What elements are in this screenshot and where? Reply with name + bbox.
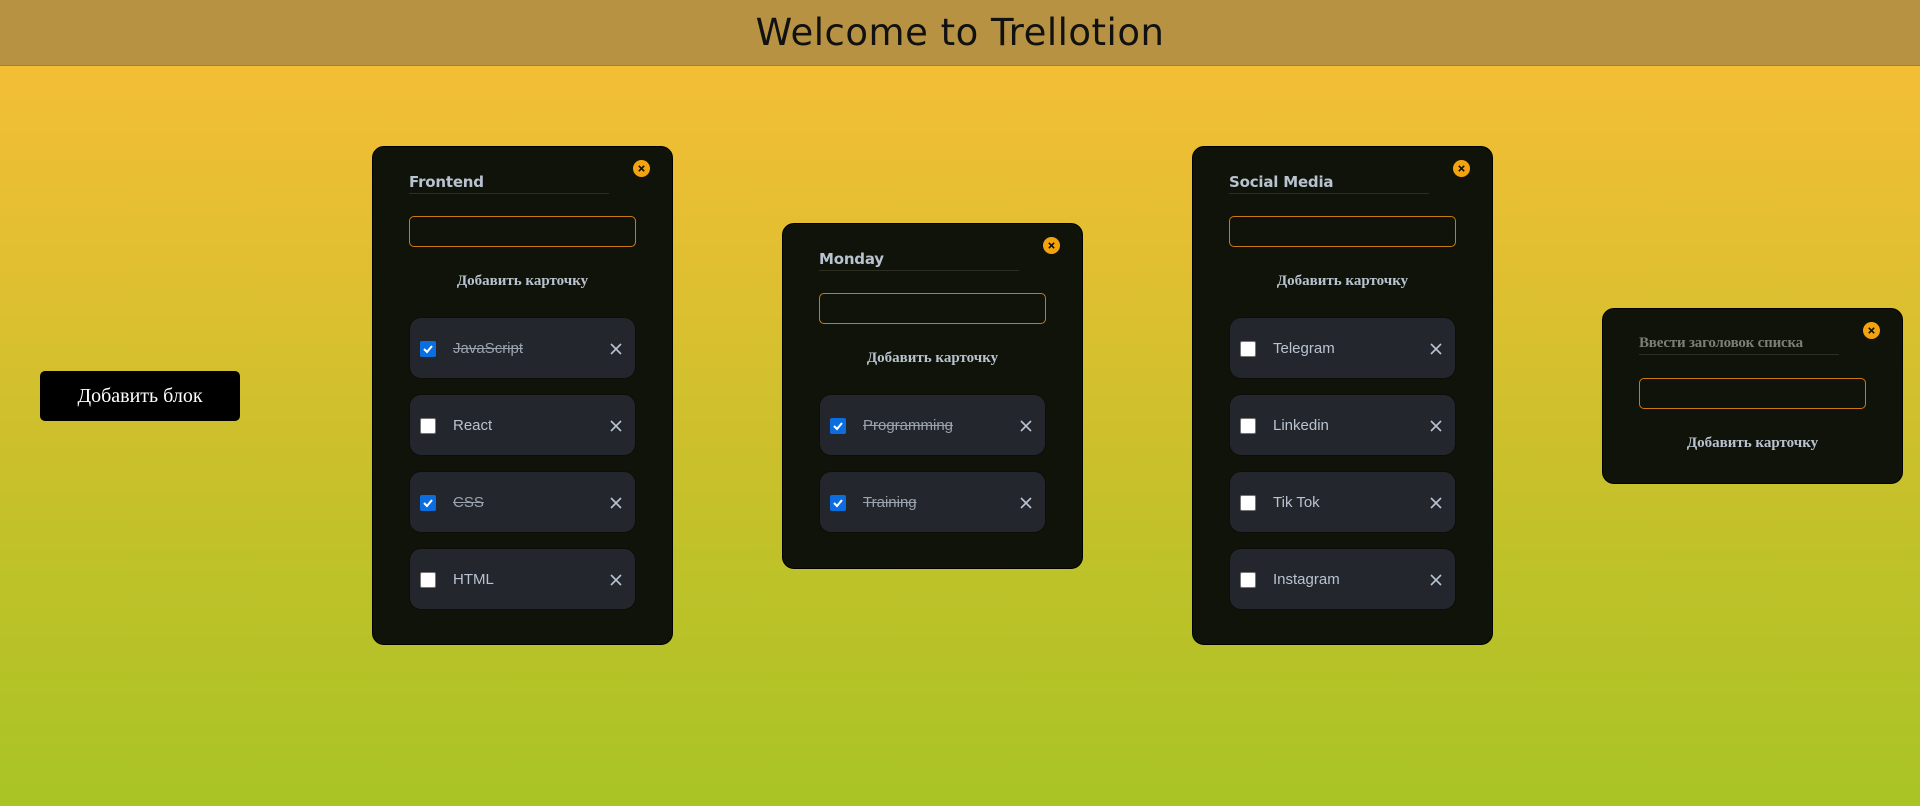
delete-card-x-icon[interactable] <box>1429 573 1443 587</box>
delete-card-x-icon[interactable] <box>1019 496 1033 510</box>
card: Programming <box>819 394 1046 456</box>
add-card-button[interactable]: Добавить карточку <box>1603 435 1902 452</box>
card-checkbox[interactable] <box>1240 418 1256 434</box>
close-list-icon[interactable] <box>1863 322 1880 339</box>
delete-card-x-icon[interactable] <box>1429 496 1443 510</box>
add-block-button[interactable]: Добавить блок <box>40 371 240 421</box>
card: Tik Tok <box>1229 471 1456 533</box>
close-list-icon[interactable] <box>1453 160 1470 177</box>
card-checkbox[interactable] <box>420 418 436 434</box>
card-input[interactable] <box>1229 216 1456 247</box>
list-title-input[interactable]: Ввести заголовок списка <box>1639 335 1839 355</box>
list-new: Ввести заголовок списка Добавить карточк… <box>1602 308 1903 484</box>
delete-card-x-icon[interactable] <box>1429 342 1443 356</box>
card-label: Telegram <box>1273 340 1335 357</box>
list-social-media: Social Media Добавить карточку Telegram … <box>1192 146 1493 645</box>
card-label: Tik Tok <box>1273 494 1320 511</box>
card: HTML <box>409 548 636 610</box>
card-label: Linkedin <box>1273 417 1329 434</box>
delete-card-x-icon[interactable] <box>1019 419 1033 433</box>
app-title: Welcome to Trellotion <box>755 11 1165 54</box>
list-monday: Monday Добавить карточку Programming Tra… <box>782 223 1083 569</box>
card-checkbox[interactable] <box>1240 495 1256 511</box>
list-title[interactable]: Monday <box>819 250 1019 271</box>
card-label: Instagram <box>1273 571 1340 588</box>
card-label: CSS <box>453 494 484 511</box>
card-label: Programming <box>863 417 954 434</box>
card-input[interactable] <box>409 216 636 247</box>
card: JavaScript <box>409 317 636 379</box>
card-label: HTML <box>453 571 494 588</box>
card-input[interactable] <box>1639 378 1866 409</box>
card: Training <box>819 471 1046 533</box>
add-card-button[interactable]: Добавить карточку <box>1193 273 1492 290</box>
card-checkbox[interactable] <box>420 341 436 357</box>
card: React <box>409 394 636 456</box>
delete-card-x-icon[interactable] <box>1429 419 1443 433</box>
delete-card-x-icon[interactable] <box>609 342 623 356</box>
close-list-icon[interactable] <box>1043 237 1060 254</box>
card-label: Training <box>863 494 917 511</box>
card-input[interactable] <box>819 293 1046 324</box>
list-title[interactable]: Frontend <box>409 173 609 194</box>
delete-card-x-icon[interactable] <box>609 496 623 510</box>
card: Instagram <box>1229 548 1456 610</box>
card-label: JavaScript <box>453 340 524 357</box>
add-card-button[interactable]: Добавить карточку <box>783 350 1082 367</box>
list-frontend: Frontend Добавить карточку JavaScript Re… <box>372 146 673 645</box>
card: Telegram <box>1229 317 1456 379</box>
close-list-icon[interactable] <box>633 160 650 177</box>
card: CSS <box>409 471 636 533</box>
card: Linkedin <box>1229 394 1456 456</box>
card-label: React <box>453 417 493 434</box>
card-checkbox[interactable] <box>1240 341 1256 357</box>
card-checkbox[interactable] <box>420 572 436 588</box>
delete-card-x-icon[interactable] <box>609 419 623 433</box>
list-title[interactable]: Social Media <box>1229 173 1429 194</box>
delete-card-x-icon[interactable] <box>609 573 623 587</box>
add-card-button[interactable]: Добавить карточку <box>373 273 672 290</box>
app-header: Welcome to Trellotion <box>0 0 1920 66</box>
card-checkbox[interactable] <box>1240 572 1256 588</box>
card-checkbox[interactable] <box>830 495 846 511</box>
card-checkbox[interactable] <box>830 418 846 434</box>
card-checkbox[interactable] <box>420 495 436 511</box>
